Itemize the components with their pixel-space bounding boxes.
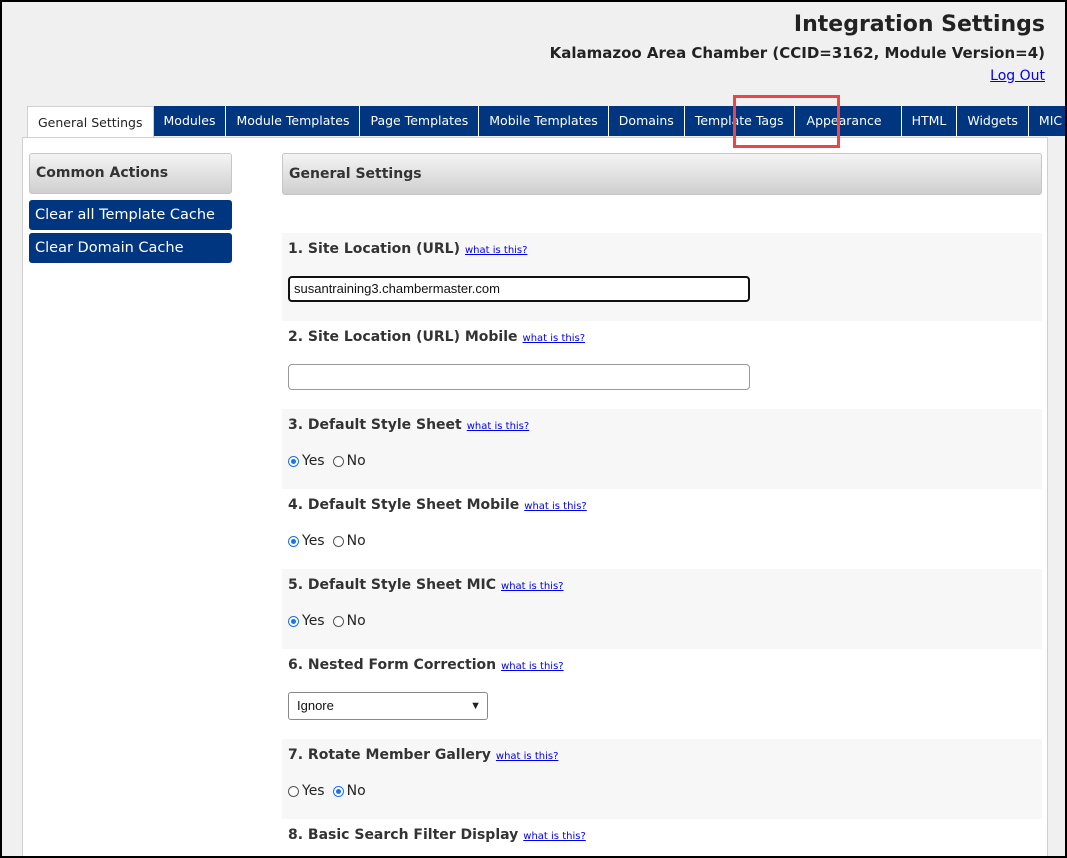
yes-label: Yes (302, 453, 325, 469)
site-location-field: 1. Site Location (URL) what is this? susa… (282, 233, 1042, 321)
help-link[interactable]: what is this? (501, 581, 563, 592)
help-link[interactable]: what is this? (523, 333, 585, 344)
tab-widgets[interactable]: Widgets (957, 106, 1029, 136)
yes-label: Yes (302, 783, 325, 799)
field-label: 2. Site Location (URL) Mobile (288, 329, 518, 345)
yes-label: Yes (302, 533, 325, 549)
section-header: General Settings (282, 153, 1042, 195)
tab-html[interactable]: HTML (901, 106, 958, 136)
tab-module-templates[interactable]: Module Templates (226, 106, 361, 136)
tab-general-settings[interactable]: General Settings (27, 106, 154, 138)
no-label: No (346, 533, 366, 549)
help-link[interactable]: what is this? (524, 501, 586, 512)
rotate-member-gallery-field: 7. Rotate Member Gallery what is this? Ye… (282, 739, 1042, 819)
field-label: 8. Basic Search Filter Display (288, 827, 519, 843)
clear-template-cache-button[interactable]: Clear all Template Cache (29, 200, 232, 230)
no-radio[interactable] (332, 455, 344, 467)
default-style-sheet-field: 3. Default Style Sheet what is this? Yes … (282, 409, 1042, 489)
field-label: 3. Default Style Sheet (288, 417, 462, 433)
no-radio[interactable] (332, 535, 344, 547)
yes-radio[interactable] (288, 535, 299, 547)
page-title: Integration Settings (793, 12, 1045, 37)
help-link[interactable]: what is this? (467, 421, 529, 432)
chamber-info: Kalamazoo Area Chamber (CCID=3162, Modul… (549, 44, 1045, 62)
yes-radio[interactable] (288, 615, 299, 627)
select-value: Ignore (297, 698, 334, 713)
help-link[interactable]: what is this? (465, 245, 527, 256)
no-label: No (346, 453, 366, 469)
no-label: No (346, 783, 366, 799)
clear-domain-cache-button[interactable]: Clear Domain Cache (29, 233, 232, 263)
site-location-mobile-field: 2. Site Location (URL) Mobile what is thi… (282, 321, 1042, 409)
no-radio[interactable] (332, 615, 344, 627)
no-radio[interactable] (332, 785, 344, 797)
settings-tabs: General Settings Modules Module Template… (27, 106, 1065, 138)
site-url-input[interactable]: susantraining3.chambermaster.com (288, 276, 750, 302)
settings-panel: Common Actions Clear all Template Cache … (22, 137, 1048, 856)
field-label: 6. Nested Form Correction (288, 657, 497, 673)
yes-radio[interactable] (288, 455, 299, 467)
chevron-down-icon: ▼ (470, 700, 481, 712)
field-label: 7. Rotate Member Gallery (288, 747, 491, 763)
help-link[interactable]: what is this? (523, 831, 585, 842)
tab-mic[interactable]: MIC (1028, 106, 1065, 136)
help-link[interactable]: what is this? (496, 751, 558, 762)
no-label: No (346, 613, 366, 629)
nested-form-select[interactable]: Ignore ▼ (288, 692, 488, 720)
common-actions-header: Common Actions (29, 153, 232, 194)
field-label: 1. Site Location (URL) (288, 241, 460, 257)
default-style-sheet-mobile-field: 4. Default Style Sheet Mobile what is thi… (282, 489, 1042, 569)
help-link[interactable]: what is this? (501, 661, 563, 672)
tab-mobile-templates[interactable]: Mobile Templates (479, 106, 609, 136)
tab-modules[interactable]: Modules (153, 106, 227, 136)
nested-form-correction-field: 6. Nested Form Correction what is this? I… (282, 649, 1042, 739)
tab-domains[interactable]: Domains (608, 106, 685, 136)
yes-radio[interactable] (288, 785, 299, 797)
yes-label: Yes (302, 613, 325, 629)
mobile-url-input[interactable] (288, 364, 750, 390)
tab-appearance[interactable]: Appearance (794, 106, 902, 136)
basic-search-filter-field: 8. Basic Search Filter Display what is th… (282, 819, 1042, 856)
field-label: 5. Default Style Sheet MIC (288, 577, 497, 593)
logout-link[interactable]: Log Out (990, 68, 1045, 84)
tab-page-templates[interactable]: Page Templates (360, 106, 480, 136)
default-style-sheet-mic-field: 5. Default Style Sheet MIC what is this? … (282, 569, 1042, 649)
field-label: 4. Default Style Sheet Mobile (288, 497, 520, 513)
app-window: Integration Settings Kalamazoo Area Cham… (0, 0, 1067, 858)
tab-template-tags[interactable]: Template Tags (684, 106, 795, 136)
